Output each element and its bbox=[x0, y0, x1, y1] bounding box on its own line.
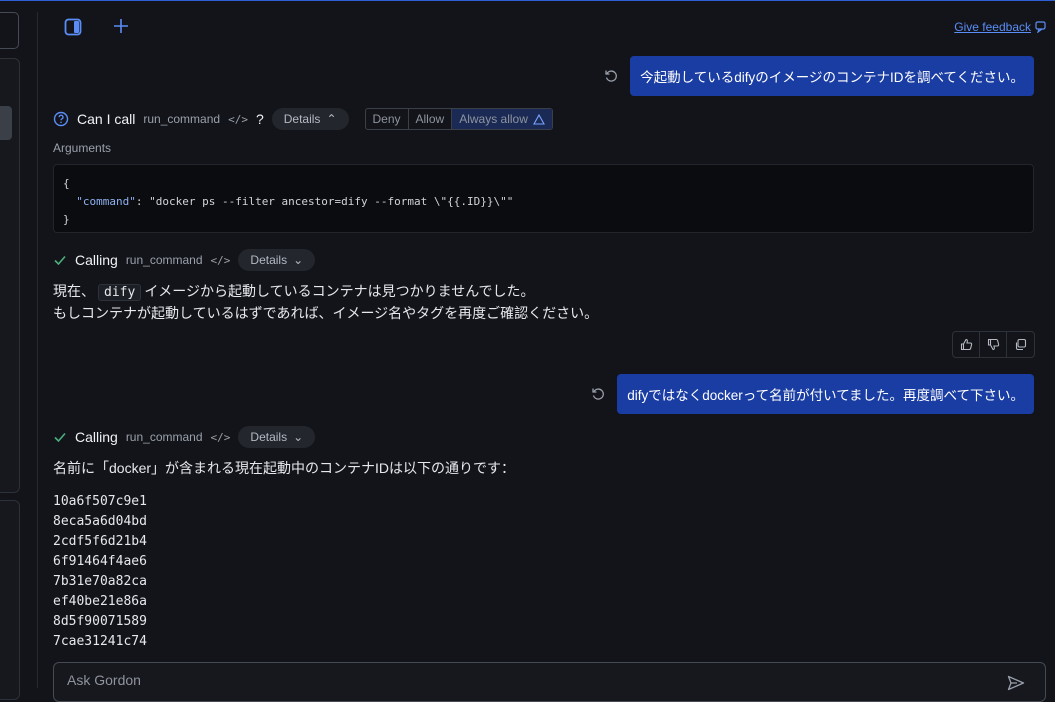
details-button[interactable]: Details ⌃ bbox=[271, 108, 349, 130]
give-feedback-link[interactable]: Give feedback bbox=[954, 20, 1047, 34]
sidebar-selected-item[interactable] bbox=[0, 106, 12, 140]
tool-call-title: Calling bbox=[75, 252, 118, 268]
code-brace-close: } bbox=[63, 213, 70, 226]
retry-icon[interactable] bbox=[591, 387, 605, 401]
tool-title: Can I call bbox=[77, 111, 136, 127]
tool-call-status: Calling run_command </> Details ⌄ bbox=[53, 426, 316, 448]
user-message-bubble: 今起動しているdifyのイメージのコンテナIDを調べてください。 bbox=[630, 56, 1034, 96]
copy-icon[interactable] bbox=[1007, 332, 1034, 357]
retry-icon[interactable] bbox=[604, 69, 618, 83]
arguments-code-block: { "command": "docker ps --filter ancesto… bbox=[53, 164, 1034, 233]
tool-command-name: run_command bbox=[125, 430, 203, 444]
composer bbox=[53, 662, 1046, 702]
user-message: difyではなくdockerって名前が付いてました。再度調べて下さい。 bbox=[591, 374, 1034, 414]
thumbs-down-icon[interactable] bbox=[980, 332, 1007, 357]
assistant-reply-intro: 名前に「docker」が含まれる現在起動中のコンテナIDは以下の通りです： bbox=[53, 460, 516, 476]
ask-input[interactable] bbox=[67, 672, 967, 688]
plus-icon bbox=[114, 19, 128, 33]
container-id: 7cae31241c74 bbox=[53, 634, 147, 648]
chevron-down-icon: ⌄ bbox=[293, 253, 304, 267]
details-label: Details bbox=[250, 430, 288, 444]
container-id: 7b31e70a82ca bbox=[53, 574, 147, 589]
code-brace-open: { bbox=[63, 177, 70, 190]
sidebar-lower-panel bbox=[0, 500, 20, 700]
container-id: 10a6f507c9e1 bbox=[53, 494, 147, 509]
sidebar-toggle-icon[interactable] bbox=[62, 16, 84, 38]
tool-call-status: Calling run_command </> Details ⌄ bbox=[53, 249, 316, 271]
code-icon: </> bbox=[228, 112, 248, 126]
check-icon bbox=[54, 432, 66, 443]
reply-text: もしコンテナが起動しているはずであれば、イメージ名やタグを再度ご確認ください。 bbox=[53, 305, 599, 321]
user-message: 今起動しているdifyのイメージのコンテナIDを調べてください。 bbox=[604, 56, 1034, 96]
check-icon bbox=[54, 255, 66, 266]
send-icon[interactable] bbox=[1007, 675, 1025, 691]
chevron-down-icon: ⌄ bbox=[293, 430, 304, 444]
chevron-up-icon: ⌃ bbox=[326, 112, 337, 126]
tool-permission-request: Can I call run_command </> ? Details ⌃ D… bbox=[53, 108, 553, 130]
question-mark: ? bbox=[255, 111, 264, 127]
tool-command-name: run_command bbox=[125, 253, 203, 267]
details-button[interactable]: Details ⌄ bbox=[238, 249, 316, 271]
chat-bubble-icon bbox=[1035, 21, 1046, 33]
arguments-label: Arguments bbox=[53, 141, 112, 155]
container-id: ef40be21e86a bbox=[53, 594, 147, 609]
container-id: 2cdf5f6d21b4 bbox=[53, 534, 147, 549]
reply-text: イメージから起動しているコンテナは見つかりませんでした。 bbox=[144, 283, 535, 299]
always-allow-label: Always allow bbox=[459, 112, 528, 126]
details-label: Details bbox=[250, 253, 288, 267]
window-top-border bbox=[0, 0, 1055, 1]
container-id: 8eca5a6d04bd bbox=[53, 514, 147, 529]
tool-command-name: run_command bbox=[143, 112, 221, 126]
tool-call-title: Calling bbox=[75, 429, 118, 445]
assistant-reply: 現在、 dify イメージから起動しているコンテナは見つかりませんでした。 もしコン… bbox=[53, 281, 598, 323]
user-message-bubble: difyではなくdockerって名前が付いてました。再度調べて下さい。 bbox=[617, 374, 1034, 414]
code-icon: </> bbox=[210, 430, 231, 444]
sidebar-divider bbox=[37, 12, 38, 688]
container-id: 6f91464f4ae6 bbox=[53, 554, 147, 569]
inline-code: dify bbox=[98, 284, 142, 301]
details-button[interactable]: Details ⌄ bbox=[238, 426, 316, 448]
code-value: : "docker ps --filter ancestor=dify --fo… bbox=[135, 195, 514, 208]
always-allow-button[interactable]: Always allow bbox=[452, 109, 552, 129]
feedback-label: Give feedback bbox=[954, 20, 1031, 34]
sidebar-search-box[interactable] bbox=[0, 12, 19, 49]
permission-buttons: Deny Allow Always allow bbox=[364, 108, 553, 130]
message-reactions bbox=[952, 331, 1035, 358]
allow-button[interactable]: Allow bbox=[409, 109, 453, 129]
container-id: 8d5f90071589 bbox=[53, 614, 147, 629]
question-circle-icon bbox=[53, 111, 69, 127]
container-id-list: 10a6f507c9e1 8eca5a6d04bd 2cdf5f6d21b4 6… bbox=[53, 492, 147, 648]
left-sidebar bbox=[0, 0, 22, 700]
thumbs-up-icon[interactable] bbox=[953, 332, 980, 357]
warning-icon bbox=[532, 113, 545, 125]
code-key: "command" bbox=[76, 195, 136, 208]
details-label: Details bbox=[283, 112, 321, 126]
reply-text: 現在、 bbox=[53, 283, 95, 299]
new-chat-button[interactable] bbox=[110, 15, 132, 37]
code-icon: </> bbox=[210, 253, 231, 267]
deny-button[interactable]: Deny bbox=[366, 109, 409, 129]
